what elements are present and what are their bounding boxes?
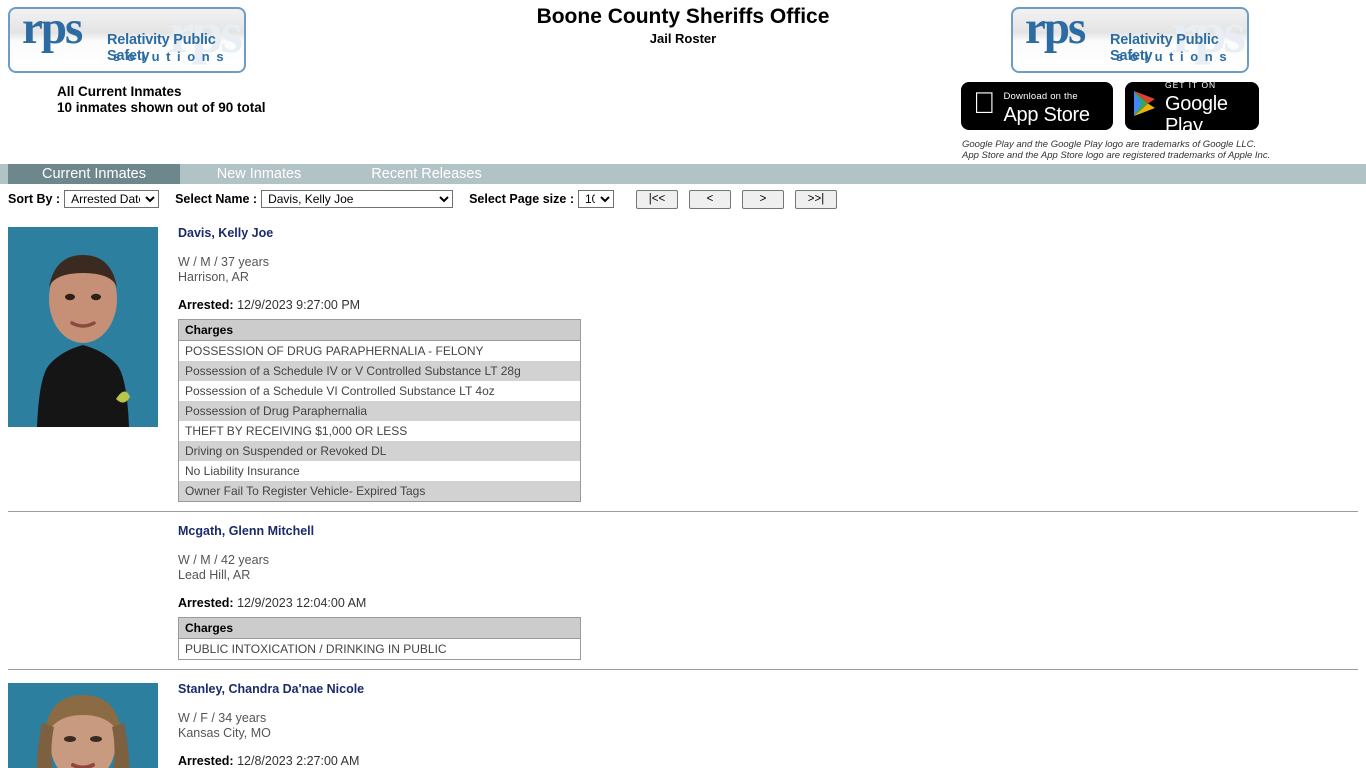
app-store-badge-large: App Store (981, 104, 1091, 126)
charge-description: Driving on Suspended or Revoked DL (178, 441, 581, 461)
inmate-arrested: Arrested: 12/9/2023 12:04:00 AM (178, 596, 1366, 610)
arrested-label: Arrested: (178, 754, 234, 768)
tab-current-inmates[interactable]: Current Inmates (8, 164, 180, 184)
last-page-button[interactable]: >>| (795, 189, 837, 209)
rps-tagline-secondary: solutions (1116, 49, 1234, 64)
google-play-badge[interactable]: GET IT ON Google Play (1125, 80, 1259, 137)
inmate-race-sex-age: W / M / 42 years (178, 553, 269, 567)
inmate-demographics: W / M / 37 years Harrison, AR (178, 255, 1366, 284)
select-name-label: Select Name : (175, 192, 258, 206)
pagination-controls: |<< < > >>| (636, 189, 837, 209)
select-name-dropdown[interactable]: Davis, Kelly Joe (261, 190, 454, 208)
inmate-details: Mcgath, Glenn Mitchell W / M / 42 years … (178, 512, 1366, 660)
sort-by-select[interactable]: Arrested Date (64, 190, 160, 208)
inmate-city: Kansas City, MO (178, 725, 271, 740)
rps-wordmark: rps (1025, 7, 1086, 54)
charge-row: Owner Fail To Register Vehicle- Expired … (178, 481, 581, 502)
first-page-button[interactable]: |<< (636, 189, 678, 209)
inmate-demographics: W / F / 34 years Kansas City, MO (178, 711, 1366, 740)
inmate-record: Davis, Kelly Joe W / M / 37 years Harris… (0, 214, 1366, 502)
roster-summary: All Current Inmates 10 inmates shown out… (57, 84, 266, 116)
charge-row: POSSESSION OF DRUG PARAPHERNALIA - FELON… (178, 340, 581, 361)
inmate-race-sex-age: W / M / 37 years (178, 255, 269, 269)
inmate-list: Davis, Kelly Joe W / M / 37 years Harris… (0, 214, 1366, 768)
inmate-mugshot[interactable] (8, 227, 158, 427)
charge-description: THEFT BY RECEIVING $1,000 OR LESS (178, 421, 581, 441)
trademark-line-google: Google Play and the Google Play logo are… (962, 139, 1257, 150)
rps-tagline-secondary: solutions (113, 49, 231, 64)
inmate-record: Mcgath, Glenn Mitchell W / M / 42 years … (0, 512, 1366, 660)
app-store-badge[interactable]:  Download on the App Store (961, 82, 1113, 130)
page-size-label: Select Page size : (469, 192, 574, 206)
google-play-icon (1133, 90, 1157, 122)
inmate-demographics: W / M / 42 years Lead Hill, AR (178, 553, 1366, 582)
inmate-name-link[interactable]: Stanley, Chandra Da'nae Nicole (178, 682, 1366, 697)
charge-description: Possession of Drug Paraphernalia (178, 401, 581, 421)
google-play-badge-large: Google Play (1165, 93, 1228, 137)
roster-summary-line2: 10 inmates shown out of 90 total (57, 100, 266, 115)
arrested-label: Arrested: (178, 596, 234, 610)
rps-logo-right: rps rps Relativity Public Safety solutio… (1011, 7, 1249, 73)
charge-description: Owner Fail To Register Vehicle- Expired … (178, 481, 581, 502)
inmate-photo-cell (0, 670, 178, 768)
apple-icon:  (973, 89, 996, 119)
inmate-photo-cell (0, 512, 178, 660)
trademark-notice: Google Play and the Google Play logo are… (962, 139, 1270, 161)
charge-row: THEFT BY RECEIVING $1,000 OR LESS (178, 421, 581, 441)
roster-summary-line1: All Current Inmates (57, 84, 182, 99)
inmate-arrested: Arrested: 12/8/2023 2:27:00 AM (178, 754, 1366, 768)
google-play-badge-small: GET IT ON (1165, 80, 1217, 90)
inmate-record: Stanley, Chandra Da'nae Nicole W / F / 3… (0, 670, 1366, 768)
arrested-value: 12/9/2023 12:04:00 AM (237, 596, 367, 610)
inmate-name-link[interactable]: Davis, Kelly Joe (178, 226, 1366, 241)
charges-column-header: Charges (178, 617, 581, 639)
inmate-mugshot[interactable] (8, 683, 158, 768)
charge-description: PUBLIC INTOXICATION / DRINKING IN PUBLIC (178, 638, 581, 660)
tab-new-inmates[interactable]: New Inmates (188, 164, 330, 184)
charge-row: Driving on Suspended or Revoked DL (178, 441, 581, 461)
charge-row: PUBLIC INTOXICATION / DRINKING IN PUBLIC (178, 638, 581, 660)
inmate-race-sex-age: W / F / 34 years (178, 711, 267, 725)
charge-row: Possession of a Schedule VI Controlled S… (178, 381, 581, 401)
inmate-details: Stanley, Chandra Da'nae Nicole W / F / 3… (178, 670, 1366, 768)
previous-page-button[interactable]: < (689, 189, 731, 209)
inmate-name-link[interactable]: Mcgath, Glenn Mitchell (178, 524, 1366, 539)
next-page-button[interactable]: > (742, 189, 784, 209)
inmate-details: Davis, Kelly Joe W / M / 37 years Harris… (178, 214, 1366, 502)
inmate-city: Harrison, AR (178, 269, 249, 284)
record-spacer (0, 502, 1366, 511)
charge-row: Possession of a Schedule IV or V Control… (178, 361, 581, 381)
arrested-value: 12/8/2023 2:27:00 AM (237, 754, 360, 768)
sort-by-label: Sort By : (8, 192, 61, 206)
record-spacer (0, 660, 1366, 669)
charge-row: Possession of Drug Paraphernalia (178, 401, 581, 421)
store-badges:  Download on the App Store GET IT ON (961, 80, 1259, 137)
app-store-badge-small: Download on the (981, 91, 1078, 102)
page-size-select[interactable]: 10 (578, 190, 614, 208)
tab-recent-releases[interactable]: Recent Releases (348, 164, 505, 184)
charges-table: Charges POSSESSION OF DRUG PARAPHERNALIA… (178, 319, 581, 502)
inmate-city: Lead Hill, AR (178, 567, 251, 582)
arrested-label: Arrested: (178, 298, 234, 312)
charge-description: Possession of a Schedule IV or V Control… (178, 361, 581, 381)
tab-bar: Current Inmates New Inmates Recent Relea… (0, 164, 1366, 184)
charges-table: Charges PUBLIC INTOXICATION / DRINKING I… (178, 617, 581, 660)
inmate-arrested: Arrested: 12/9/2023 9:27:00 PM (178, 298, 1366, 312)
inmate-photo-cell (0, 214, 178, 502)
charge-description: Possession of a Schedule VI Controlled S… (178, 381, 581, 401)
roster-controls: Sort By : Arrested Date Select Name : Da… (0, 188, 1366, 210)
arrested-value: 12/9/2023 9:27:00 PM (237, 298, 361, 312)
page-header: rps rps Relativity Public Safety solutio… (0, 0, 1366, 161)
charges-column-header: Charges (178, 319, 581, 341)
charge-description: POSSESSION OF DRUG PARAPHERNALIA - FELON… (178, 340, 581, 361)
charge-row: No Liability Insurance (178, 461, 581, 481)
charge-description: No Liability Insurance (178, 461, 581, 481)
trademark-line-apple: App Store and the App Store logo are reg… (962, 150, 1271, 161)
jail-roster-page: rps rps Relativity Public Safety solutio… (0, 0, 1366, 768)
